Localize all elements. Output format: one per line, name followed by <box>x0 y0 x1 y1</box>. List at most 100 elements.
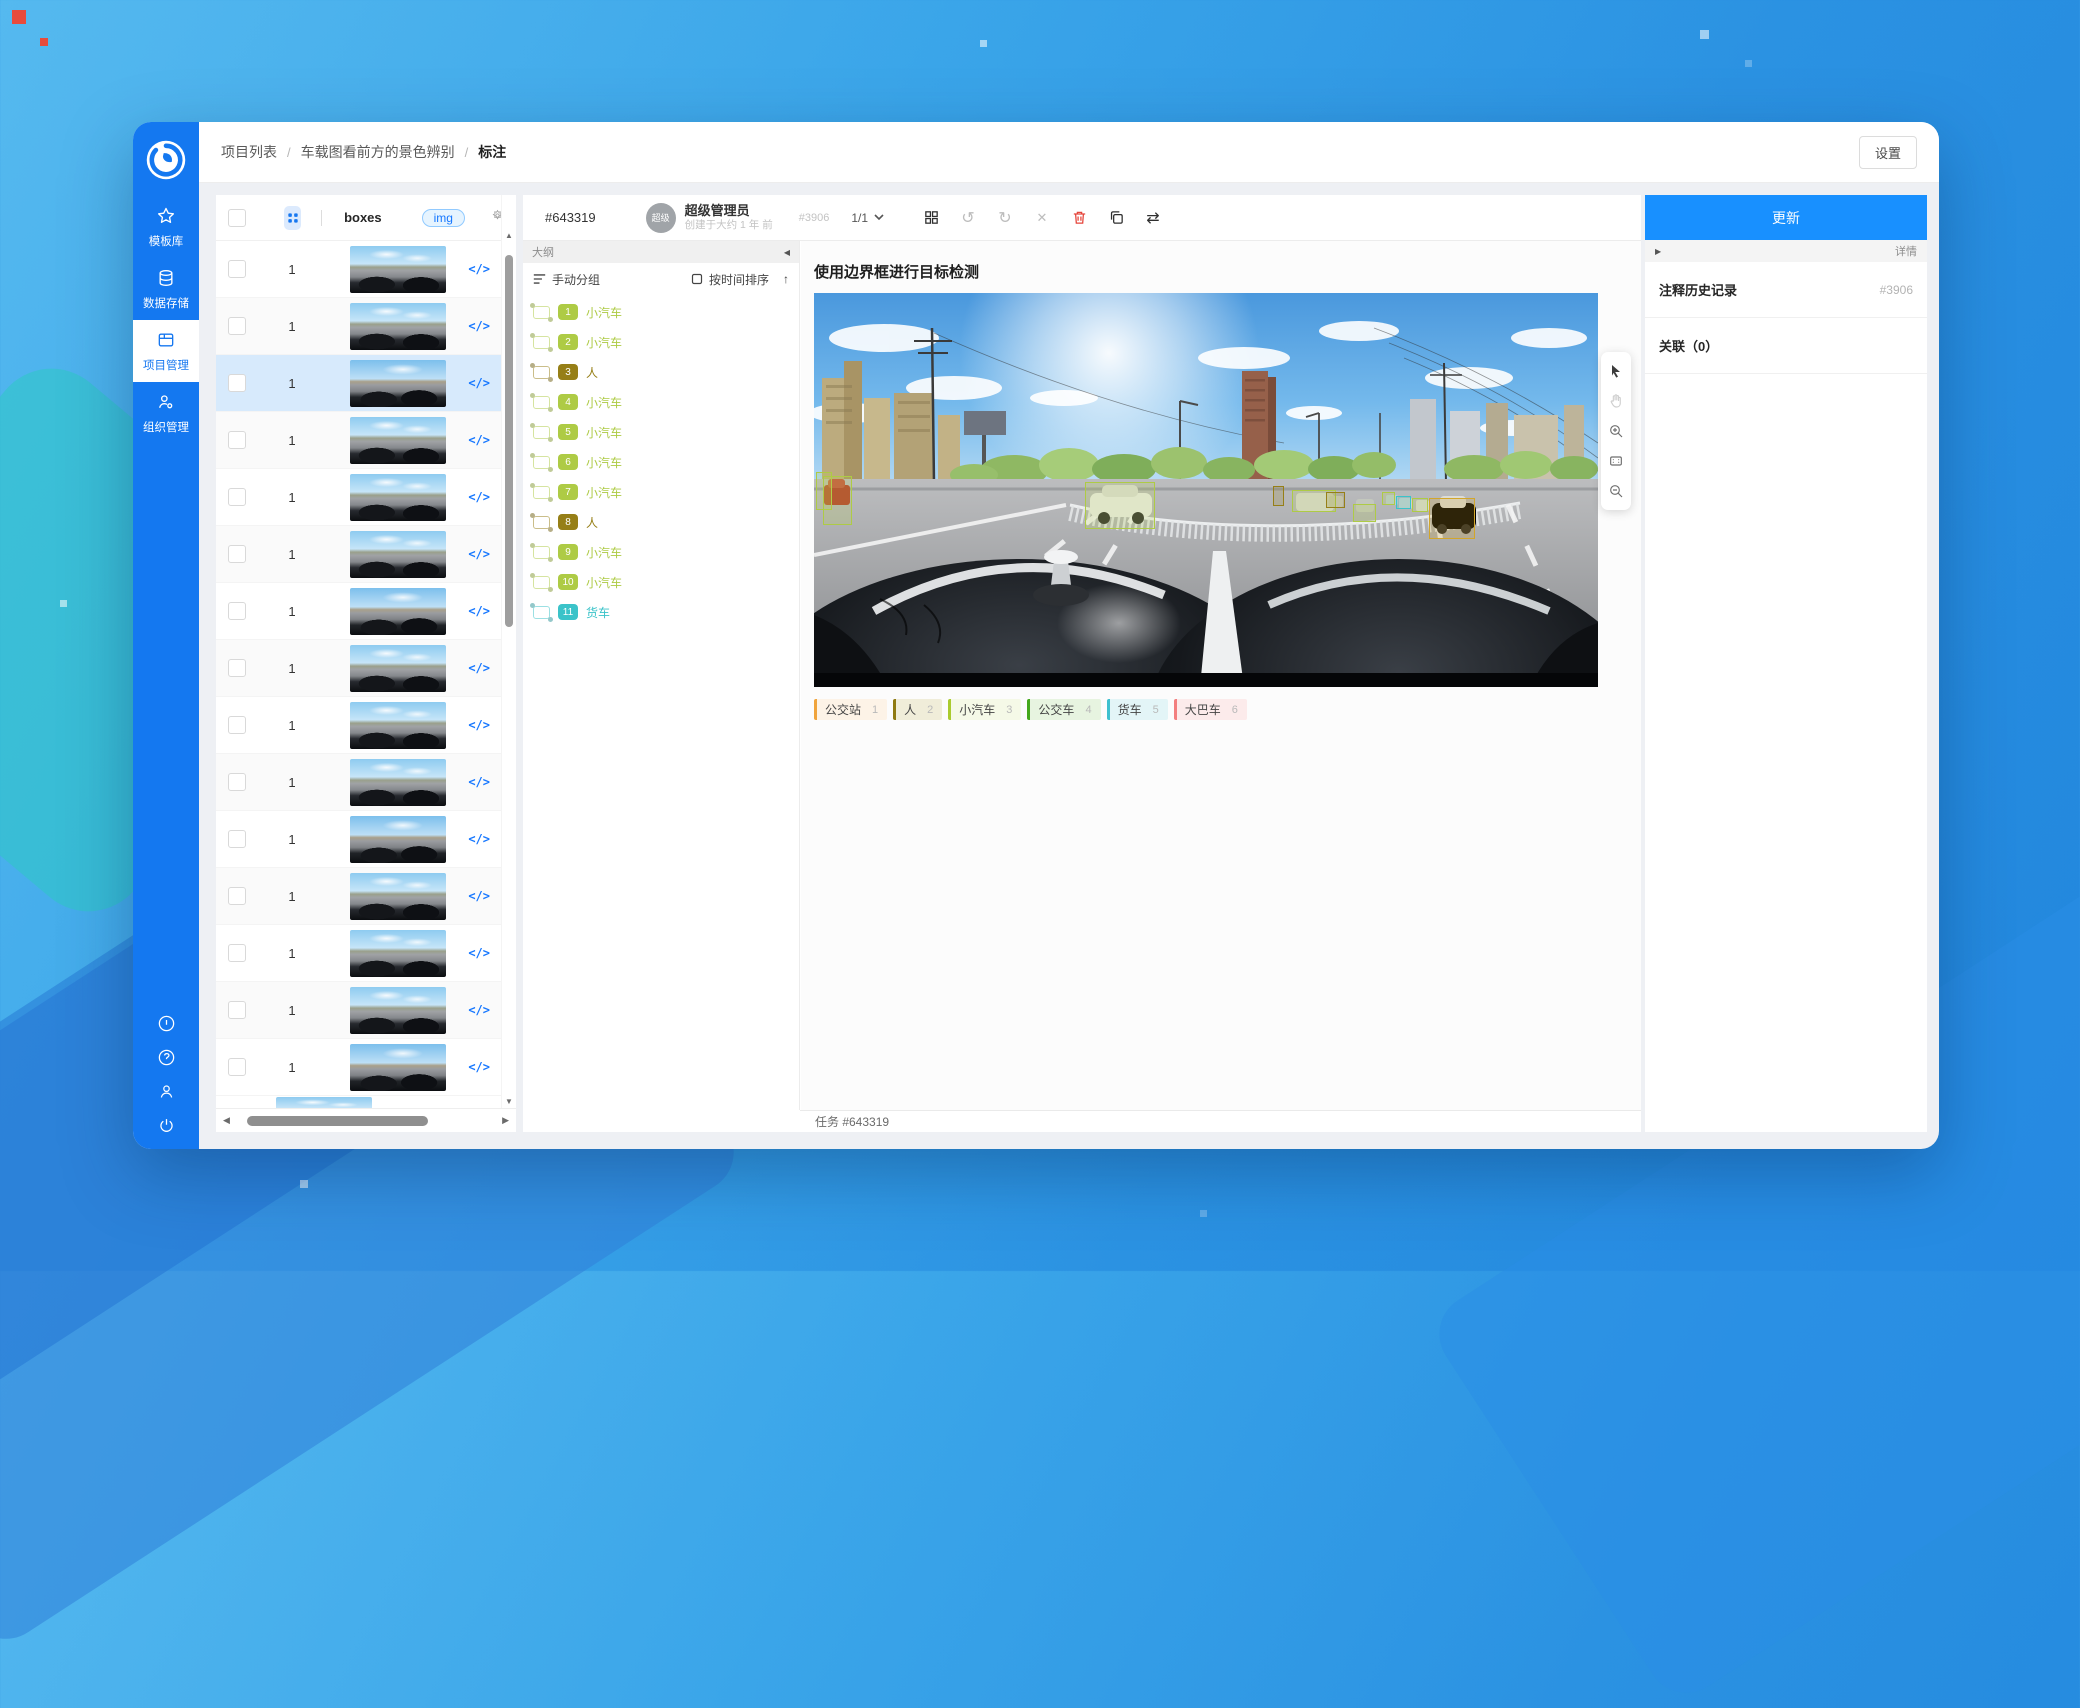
file-row[interactable]: 1 </> <box>216 583 502 640</box>
copy-icon[interactable] <box>1105 207 1127 229</box>
row-checkbox[interactable] <box>228 1058 246 1076</box>
row-checkbox[interactable] <box>228 773 246 791</box>
file-row[interactable]: 1 </> <box>216 1039 502 1096</box>
pan-hand-icon[interactable] <box>1601 386 1631 416</box>
annotation-list-item[interactable]: 11 货车 <box>523 597 799 627</box>
thumbnail[interactable] <box>350 816 446 863</box>
label-chip[interactable]: 公交车 4 <box>1027 699 1100 720</box>
thumbnail[interactable] <box>350 417 446 464</box>
bounding-box[interactable] <box>1085 482 1155 529</box>
sidebar-item-organization[interactable]: 组织管理 <box>133 382 199 444</box>
bounding-box[interactable] <box>1273 486 1284 506</box>
grid-view-icon[interactable] <box>920 207 942 229</box>
bounding-box[interactable] <box>1412 498 1428 512</box>
delete-icon[interactable] <box>1068 207 1090 229</box>
file-row[interactable]: 1 </> <box>216 811 502 868</box>
row-checkbox[interactable] <box>228 944 246 962</box>
code-icon[interactable]: </> <box>468 775 490 789</box>
info-icon[interactable] <box>157 1014 176 1033</box>
file-row[interactable]: 1 </> <box>216 982 502 1039</box>
thumbnail[interactable] <box>350 303 446 350</box>
file-row[interactable]: 1 </> <box>216 640 502 697</box>
code-icon[interactable]: </> <box>468 889 490 903</box>
zoom-in-icon[interactable] <box>1601 416 1631 446</box>
thumbnail[interactable] <box>350 759 446 806</box>
file-row[interactable]: 1 </> <box>216 868 502 925</box>
breadcrumb-projects[interactable]: 项目列表 <box>221 142 277 162</box>
bounding-box[interactable] <box>1353 504 1377 522</box>
annotation-list-item[interactable]: 7 小汽车 <box>523 477 799 507</box>
row-checkbox[interactable] <box>228 716 246 734</box>
code-icon[interactable]: </> <box>468 832 490 846</box>
code-icon[interactable]: </> <box>468 547 490 561</box>
row-checkbox[interactable] <box>228 260 246 278</box>
code-icon[interactable]: </> <box>468 262 490 276</box>
annotation-history-row[interactable]: 注释历史记录 #3906 <box>1645 262 1927 318</box>
sidebar-item-projects[interactable]: 项目管理 <box>133 320 199 382</box>
scrollbar-thumb[interactable] <box>247 1116 428 1126</box>
label-chip[interactable]: 小汽车 3 <box>948 699 1021 720</box>
row-checkbox[interactable] <box>228 830 246 848</box>
file-row[interactable]: 1 </> <box>216 754 502 811</box>
label-chip[interactable]: 大巴车 6 <box>1174 699 1247 720</box>
code-icon[interactable]: </> <box>468 604 490 618</box>
code-icon[interactable]: </> <box>468 319 490 333</box>
annotation-list-item[interactable]: 6 小汽车 <box>523 447 799 477</box>
type-badge[interactable]: img <box>422 209 465 227</box>
swap-icon[interactable]: ⇄ <box>1142 207 1164 229</box>
thumbnail[interactable] <box>350 873 446 920</box>
bounding-box[interactable] <box>1396 496 1411 509</box>
thumbnail[interactable] <box>350 702 446 749</box>
code-icon[interactable]: </> <box>468 1060 490 1074</box>
thumbnail[interactable] <box>350 360 446 407</box>
update-button[interactable]: 更新 <box>1645 195 1927 240</box>
select-all-checkbox[interactable] <box>228 209 246 227</box>
annotation-list-item[interactable]: 5 小汽车 <box>523 417 799 447</box>
horizontal-scrollbar[interactable]: ◀ ▶ <box>216 1108 516 1132</box>
annotation-list-item[interactable]: 3 人 <box>523 357 799 387</box>
file-row[interactable]: 1 </> <box>216 298 502 355</box>
file-row[interactable]: 1 </> <box>216 469 502 526</box>
annotation-list-item[interactable]: 2 小汽车 <box>523 327 799 357</box>
collapse-left-icon[interactable]: ◀ <box>784 248 790 257</box>
thumbnail[interactable] <box>350 987 446 1034</box>
file-row[interactable]: 1 </> <box>216 355 502 412</box>
help-icon[interactable] <box>157 1048 176 1067</box>
power-icon[interactable] <box>157 1116 176 1135</box>
undo-icon[interactable]: ↺ <box>957 207 979 229</box>
code-icon[interactable]: </> <box>468 946 490 960</box>
label-chip[interactable]: 人 2 <box>893 699 942 720</box>
redo-icon[interactable]: ↻ <box>994 207 1016 229</box>
thumbnail[interactable] <box>350 645 446 692</box>
relations-row[interactable]: 关联（0） <box>1645 318 1927 374</box>
annotation-pager[interactable]: 1/1 <box>851 211 884 225</box>
thumbnail[interactable] <box>350 1044 446 1091</box>
thumbnail[interactable] <box>350 531 446 578</box>
row-checkbox[interactable] <box>228 488 246 506</box>
bounding-box[interactable] <box>1326 492 1345 508</box>
group-by-control[interactable]: 手动分组 <box>533 271 600 288</box>
code-icon[interactable]: </> <box>468 433 490 447</box>
fit-screen-icon[interactable] <box>1601 446 1631 476</box>
label-chip[interactable]: 公交站 1 <box>814 699 887 720</box>
code-icon[interactable]: </> <box>468 490 490 504</box>
settings-button[interactable]: 设置 <box>1859 136 1917 169</box>
sort-by-control[interactable]: 按时间排序 <box>691 271 769 288</box>
clear-icon[interactable]: ✕ <box>1031 207 1053 229</box>
row-checkbox[interactable] <box>228 887 246 905</box>
scroll-right-icon[interactable]: ▶ <box>499 1115 512 1126</box>
bounding-box[interactable] <box>1382 492 1395 505</box>
scroll-down-icon[interactable]: ▼ <box>502 1097 516 1106</box>
code-icon[interactable]: </> <box>468 718 490 732</box>
avatar[interactable]: 超级 <box>646 203 676 233</box>
file-row[interactable]: 1 </> <box>216 241 502 298</box>
row-checkbox[interactable] <box>228 545 246 563</box>
annotation-image[interactable] <box>814 293 1598 687</box>
annotation-list-item[interactable]: 4 小汽车 <box>523 387 799 417</box>
row-checkbox[interactable] <box>228 317 246 335</box>
row-checkbox[interactable] <box>228 602 246 620</box>
file-row[interactable]: 1 </> <box>216 925 502 982</box>
bounding-box[interactable] <box>1429 498 1474 539</box>
sidebar-item-templates[interactable]: 模板库 <box>133 196 199 258</box>
row-checkbox[interactable] <box>228 659 246 677</box>
